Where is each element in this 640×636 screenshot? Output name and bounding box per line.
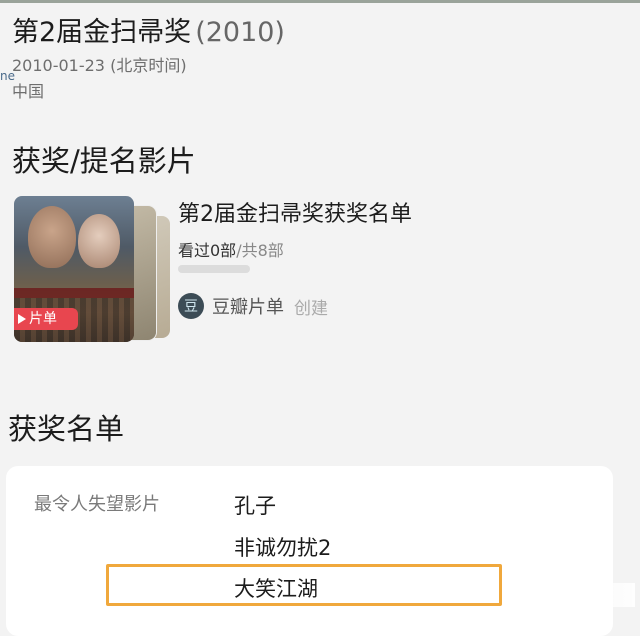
watched-label: 看过0部 <box>178 241 237 260</box>
winner-entry[interactable]: 大笑江湖 <box>234 573 318 603</box>
list-badge: 片单 <box>14 308 78 330</box>
award-year: (2010) <box>195 17 285 48</box>
winners-card: 最令人失望影片 孔子 非诚勿扰2 大笑江湖 <box>6 466 613 636</box>
badge-label: 片单 <box>29 311 57 327</box>
watermark-fade <box>535 583 635 607</box>
top-divider <box>0 0 640 3</box>
list-title[interactable]: 第2届金扫帚奖获奖名单 <box>178 196 412 228</box>
list-creator[interactable]: 豆 豆瓣片单 创建 <box>178 292 328 320</box>
award-title: 第2届金扫帚奖 (2010) <box>12 10 285 49</box>
poster-front-image: 片单 <box>14 196 134 342</box>
award-category: 最令人失望影片 <box>34 494 160 515</box>
winner-entry[interactable]: 非诚勿扰2 <box>234 532 331 562</box>
play-icon <box>18 314 26 324</box>
watch-progress-bar <box>178 265 250 273</box>
poster-figure-1 <box>28 206 76 268</box>
total-label: /共8部 <box>236 241 284 260</box>
award-name: 第2届金扫帚奖 <box>12 17 192 48</box>
nominated-section-title: 获奖/提名影片 <box>12 144 196 178</box>
award-date: 2010-01-23 (北京时间) <box>12 56 187 75</box>
winner-entry[interactable]: 孔子 <box>234 490 276 520</box>
poster-figure-2 <box>78 214 120 268</box>
winners-section-title: 获奖名单 <box>8 412 125 446</box>
poster-banner <box>14 288 134 298</box>
list-poster[interactable]: 片单 <box>14 196 170 346</box>
watched-count: 看过0部/共8部 <box>178 237 284 261</box>
creator-action: 创建 <box>294 298 328 319</box>
creator-name: 豆瓣片单 <box>212 297 284 318</box>
douban-logo-icon: 豆 <box>178 293 204 319</box>
award-country: 中国 <box>12 82 45 101</box>
